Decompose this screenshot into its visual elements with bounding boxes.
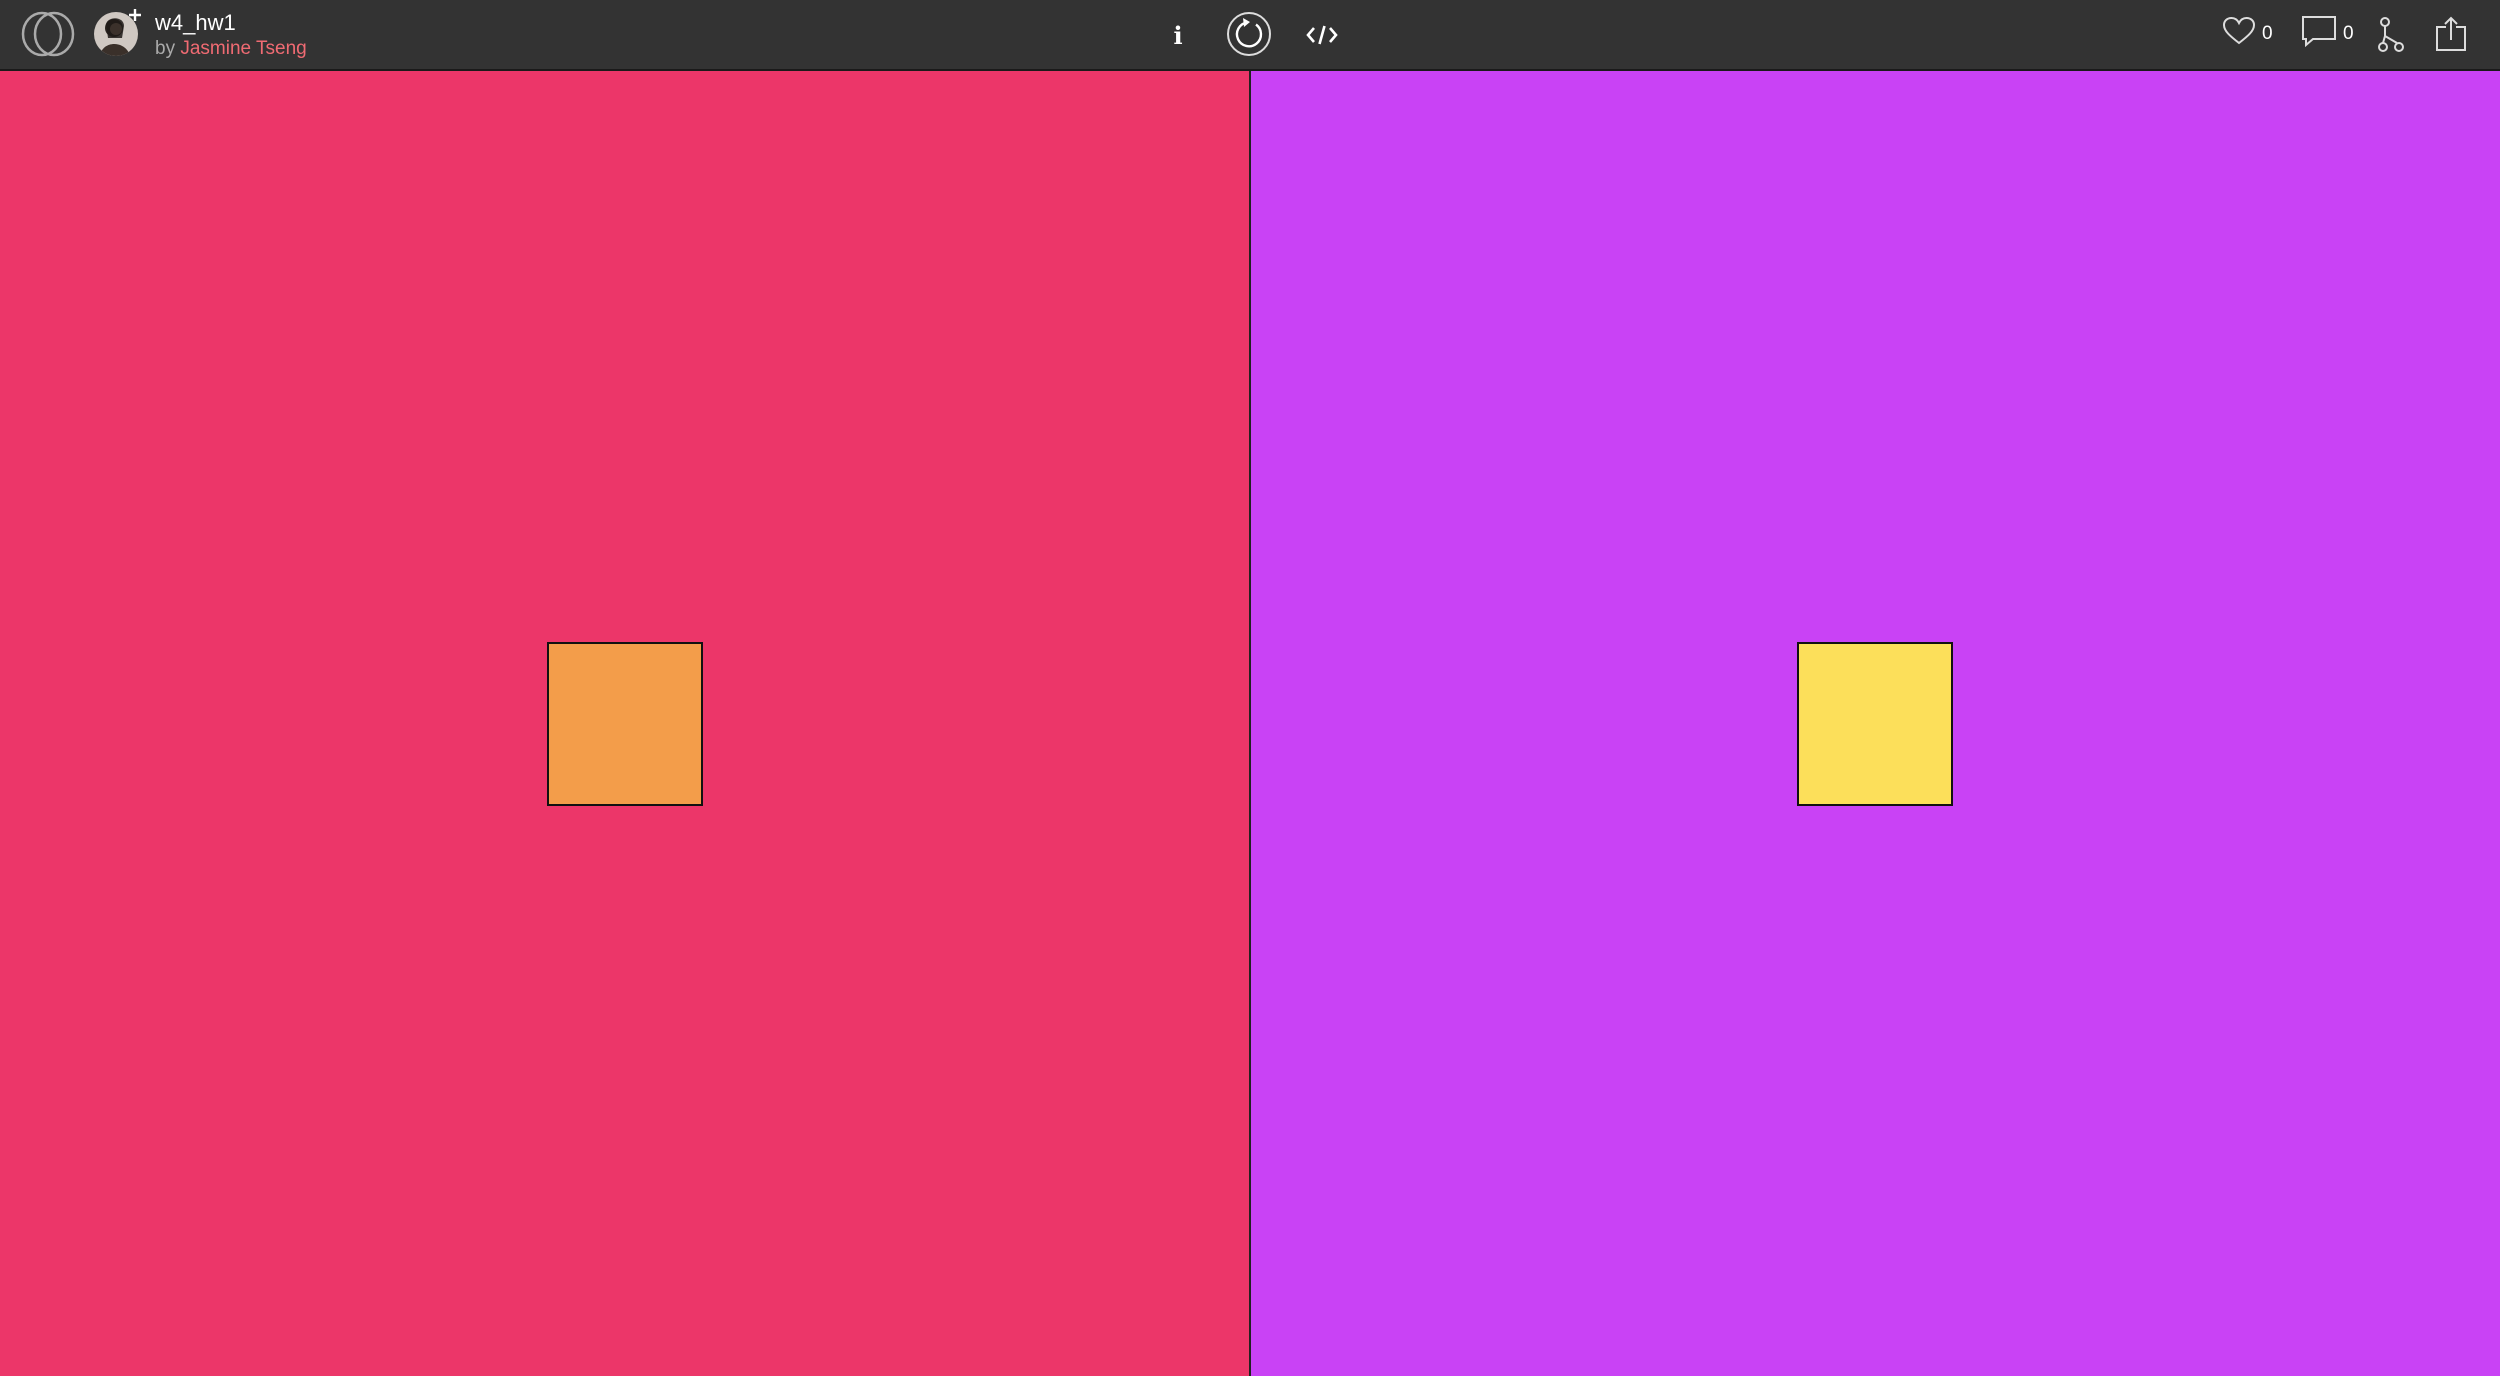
sketch-canvas[interactable] bbox=[0, 71, 2500, 1376]
openprocessing-logo-icon[interactable] bbox=[20, 10, 76, 58]
byline: by Jasmine Tseng bbox=[155, 37, 307, 61]
sketch-title: w4_hw1 bbox=[155, 10, 236, 35]
comments-count: 0 bbox=[2343, 23, 2354, 44]
follow-plus-icon[interactable] bbox=[128, 8, 142, 22]
info-icon[interactable]: i bbox=[1164, 18, 1192, 52]
share-icon[interactable] bbox=[2434, 15, 2468, 53]
code-icon[interactable] bbox=[1305, 18, 1339, 52]
hearts-stat[interactable]: 0 bbox=[2222, 14, 2273, 54]
heart-icon[interactable] bbox=[2222, 16, 2256, 52]
yellow-square bbox=[1797, 642, 1953, 806]
restart-icon[interactable] bbox=[1225, 10, 1273, 58]
author-link[interactable]: Jasmine Tseng bbox=[180, 38, 306, 59]
comments-stat[interactable]: 0 bbox=[2301, 14, 2354, 54]
top-bar: w4_hw1 by Jasmine Tseng i 0 0 bbox=[0, 0, 2500, 71]
by-prefix: by bbox=[155, 38, 181, 59]
hearts-count: 0 bbox=[2262, 23, 2273, 44]
fork-icon[interactable] bbox=[2376, 16, 2406, 54]
orange-square bbox=[547, 642, 703, 806]
right-panel bbox=[1251, 71, 2500, 1376]
comment-icon[interactable] bbox=[2301, 15, 2337, 53]
left-panel bbox=[0, 71, 1251, 1376]
